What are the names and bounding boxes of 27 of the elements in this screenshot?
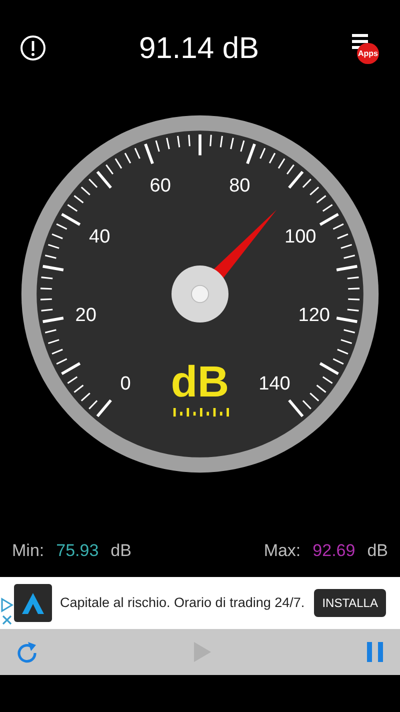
min-unit: dB (110, 540, 132, 562)
decibel-reading: 91.14 dB (138, 30, 260, 66)
scale-label: 20 (75, 304, 96, 326)
unit-label: dB (170, 358, 230, 407)
max-label: Max: (264, 540, 301, 562)
max-unit: dB (367, 540, 388, 562)
scale-label: 120 (298, 304, 330, 326)
max-value: 92.69 (312, 540, 356, 562)
min-value: 75.93 (56, 540, 99, 562)
pause-icon[interactable] (366, 641, 384, 663)
min-label: Min: (12, 540, 44, 562)
scale-label: 140 (258, 373, 290, 394)
install-button[interactable]: INSTALLA (314, 589, 386, 617)
refresh-icon[interactable] (16, 640, 38, 664)
scale-label: 0 (120, 373, 131, 394)
scale-label: 80 (229, 176, 250, 197)
needle-hub (172, 266, 228, 322)
ad-banner[interactable]: Capitale al rischio. Orario di trading 24/7. INSTALLA (0, 577, 400, 629)
info-icon[interactable] (20, 35, 46, 61)
app-logo-icon (14, 584, 52, 622)
scale-label: 60 (150, 176, 171, 197)
scale-icon (173, 408, 229, 417)
scale-label: 100 (284, 226, 316, 248)
apps-badge[interactable]: Apps (356, 43, 379, 64)
scale-label: 40 (89, 226, 110, 248)
ad-choices-icon[interactable] (0, 597, 14, 627)
ad-text: Capitale al rischio. Orario di trading 24/7. (60, 594, 305, 612)
